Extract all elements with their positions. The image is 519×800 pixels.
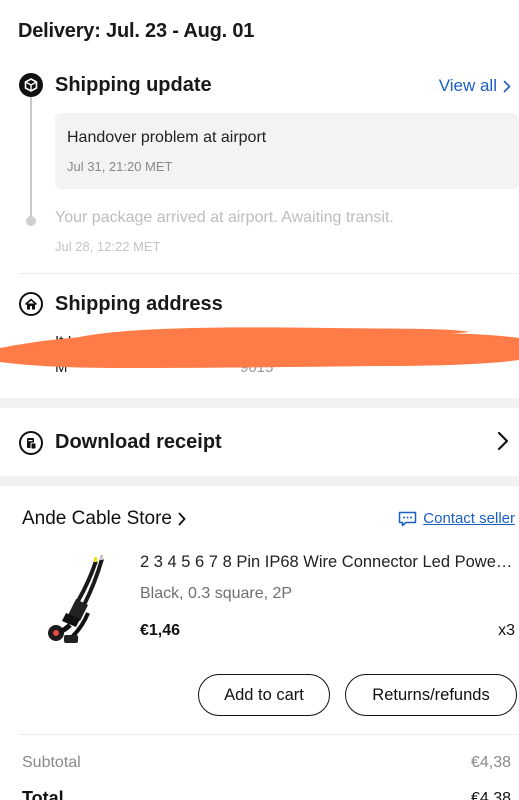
- add-to-cart-button[interactable]: Add to cart: [198, 674, 330, 716]
- delivery-window-title: Delivery: Jul. 23 - Aug. 01: [18, 20, 255, 42]
- section-separator: [0, 476, 519, 486]
- store-link[interactable]: Ande Cable Store: [22, 508, 186, 530]
- chevron-right-icon: [178, 512, 186, 526]
- chat-icon: [399, 511, 417, 526]
- total-label: Total: [22, 788, 64, 800]
- returns-refunds-button[interactable]: Returns/refunds: [345, 674, 517, 716]
- subtotal-value: €4,38: [470, 754, 511, 771]
- product-variant: Black, 0.3 square, 2P: [140, 585, 293, 602]
- product-image[interactable]: [36, 553, 124, 645]
- shipping-update-section: Shipping update View all Handover proble…: [0, 60, 519, 275]
- product-title[interactable]: 2 3 4 5 6 7 8 Pin IP68 Wire Connector Le…: [140, 553, 515, 572]
- section-separator: [0, 398, 519, 408]
- latest-update-time: Jul 31, 21:20 MET: [67, 159, 173, 174]
- receipt-icon: [19, 431, 43, 455]
- store-name: Ande Cable Store: [22, 508, 172, 529]
- chevron-right-icon: [497, 431, 509, 451]
- divider: [18, 734, 519, 735]
- previous-update-text: Your package arrived at airport. Awaitin…: [55, 209, 394, 226]
- view-all-label: View all: [438, 76, 497, 95]
- chevron-right-icon: [503, 80, 511, 92]
- redaction-scribble: [0, 327, 519, 368]
- contact-seller-label: Contact seller: [423, 510, 515, 527]
- shipping-address-heading: Shipping address: [55, 293, 223, 315]
- view-all-link[interactable]: View all: [439, 76, 511, 96]
- divider: [18, 273, 519, 274]
- package-icon: [19, 73, 43, 97]
- product-quantity: x3: [498, 622, 515, 639]
- shipping-update-heading: Shipping update: [55, 74, 212, 96]
- latest-update-card[interactable]: Handover problem at airport Jul 31, 21:2…: [55, 113, 519, 189]
- total-value: €4,38: [470, 790, 511, 800]
- download-receipt-row[interactable]: Download receipt: [0, 410, 519, 476]
- contact-seller-link[interactable]: Contact seller: [398, 510, 515, 527]
- subtotal-label: Subtotal: [22, 754, 81, 771]
- home-icon: [19, 292, 43, 316]
- timeline-line: [30, 97, 32, 217]
- previous-update-time: Jul 28, 12:22 MET: [55, 239, 161, 254]
- latest-update-text: Handover problem at airport: [67, 129, 267, 146]
- product-price: €1,46: [140, 622, 181, 639]
- timeline-dot: [26, 216, 36, 226]
- download-receipt-label: Download receipt: [55, 431, 222, 453]
